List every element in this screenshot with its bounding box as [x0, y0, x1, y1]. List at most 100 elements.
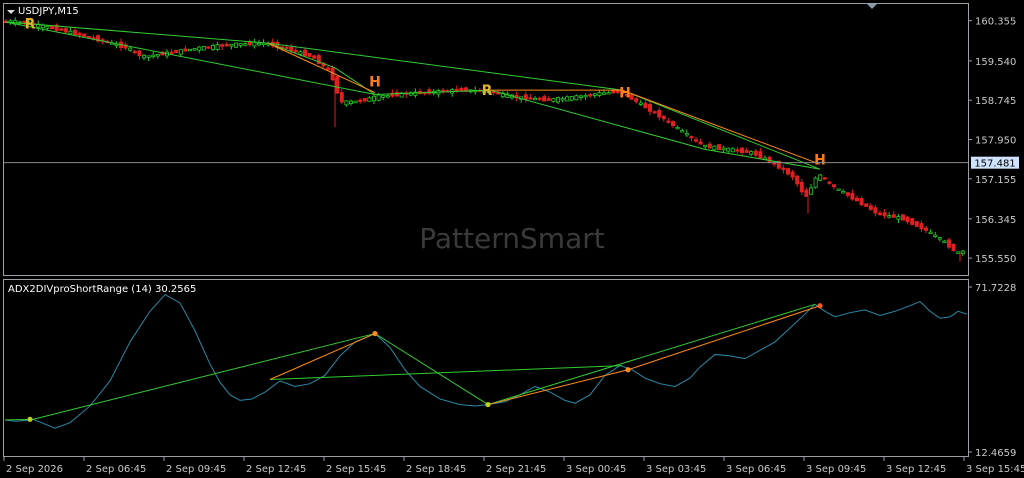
- candle-body: [302, 49, 307, 57]
- time-tick-label: 2 Sep 06:45: [86, 464, 146, 475]
- indicator-pattern-point: [27, 416, 33, 422]
- price-tick-label: 160.355: [975, 17, 1016, 28]
- candle-body: [937, 237, 942, 240]
- candle-body: [197, 46, 202, 51]
- candle-body: [951, 244, 956, 251]
- candle-body: [740, 147, 745, 154]
- candle-body: [40, 24, 45, 29]
- candle-body: [891, 214, 896, 218]
- candle-body: [63, 28, 68, 33]
- candle-body: [132, 50, 137, 54]
- indicator-pattern-point: [817, 303, 823, 309]
- candle-body: [312, 55, 317, 59]
- candle-body: [896, 216, 901, 220]
- candle-body: [790, 171, 795, 178]
- candle-body: [901, 214, 906, 221]
- candle-body: [256, 42, 261, 46]
- candle-body: [735, 149, 740, 152]
- candle-body: [187, 48, 192, 52]
- candle-body: [657, 110, 662, 118]
- candle-body: [59, 28, 64, 31]
- candle-body: [721, 147, 726, 151]
- candle-body: [758, 151, 763, 159]
- candle-body: [832, 184, 837, 188]
- candle-body: [855, 197, 860, 202]
- candle-body: [220, 44, 225, 47]
- candle-body: [809, 187, 814, 195]
- price-tick-label: 157.950: [975, 136, 1016, 147]
- time-tick-label: 3 Sep 06:45: [726, 464, 786, 475]
- candle-body: [882, 212, 887, 217]
- candle-body: [947, 239, 952, 248]
- candle-body: [841, 191, 846, 194]
- price-tick-label: 156.345: [975, 215, 1016, 226]
- candle-body: [878, 212, 883, 215]
- candle-body: [376, 94, 381, 101]
- candle-body: [606, 92, 611, 95]
- candle-body: [82, 33, 87, 37]
- candle-body: [698, 141, 703, 145]
- candle-body: [546, 98, 551, 101]
- candle-body: [169, 51, 174, 55]
- candle-body: [928, 231, 933, 235]
- indicator-pattern-point: [372, 330, 378, 337]
- candle-body: [827, 181, 832, 184]
- candle-body: [201, 45, 206, 51]
- trading-chart[interactable]: USDJPY,M15 PatternSmart R H R H H 160.355 159…: [0, 0, 1024, 478]
- time-tick-label: 2 Sep 2026: [6, 464, 63, 475]
- candle-body: [86, 35, 91, 39]
- candle-body: [542, 96, 547, 102]
- candle-body: [192, 48, 197, 51]
- candle-body: [712, 145, 717, 151]
- candle-body: [243, 43, 248, 46]
- candle-body: [910, 218, 915, 225]
- candle-body: [569, 96, 574, 101]
- candle-body: [942, 240, 947, 243]
- candle-body: [786, 168, 791, 175]
- candle-body: [128, 47, 133, 51]
- candle-body: [146, 55, 151, 58]
- candle-body: [744, 149, 749, 153]
- candle-body: [818, 174, 823, 181]
- candle-body: [339, 92, 344, 103]
- watermark: PatternSmart: [419, 222, 604, 255]
- candle-body: [648, 104, 653, 112]
- time-tick-label: 2 Sep 18:45: [406, 464, 466, 475]
- candle-body: [215, 44, 220, 50]
- candle-body: [289, 46, 294, 52]
- candle-body: [960, 250, 965, 255]
- indicator-tick-label: 71.7228: [975, 283, 1016, 294]
- candle-body: [767, 156, 772, 163]
- candle-body: [845, 192, 850, 196]
- candle-body: [859, 198, 864, 206]
- current-price-label: 157.481: [974, 159, 1015, 170]
- candle-body: [579, 95, 584, 98]
- candle-body: [634, 98, 639, 102]
- candle-body: [556, 97, 561, 103]
- pattern-label: H: [814, 152, 826, 168]
- candle-body: [284, 46, 289, 50]
- candle-body: [730, 148, 735, 153]
- candle-body: [905, 216, 910, 223]
- candle-body: [45, 25, 50, 29]
- candle-body: [675, 126, 680, 130]
- pattern-label: H: [619, 86, 631, 102]
- candle-body: [684, 133, 689, 136]
- candle-body: [574, 95, 579, 101]
- candle-body: [726, 147, 731, 152]
- candle-body: [602, 92, 607, 95]
- candle-body: [560, 98, 565, 101]
- candle-body: [298, 51, 303, 55]
- candle-body: [367, 97, 372, 102]
- time-tick-label: 3 Sep 15:45: [966, 464, 1024, 475]
- candle-body: [381, 95, 386, 98]
- candle-body: [592, 93, 597, 96]
- candle-body: [68, 30, 73, 35]
- candle-body: [864, 203, 869, 207]
- candle-body: [799, 181, 804, 193]
- candle-body: [689, 136, 694, 139]
- candle-body: [353, 100, 358, 104]
- candle-body: [537, 97, 542, 101]
- candle-body: [385, 95, 390, 98]
- candle-body: [680, 130, 685, 133]
